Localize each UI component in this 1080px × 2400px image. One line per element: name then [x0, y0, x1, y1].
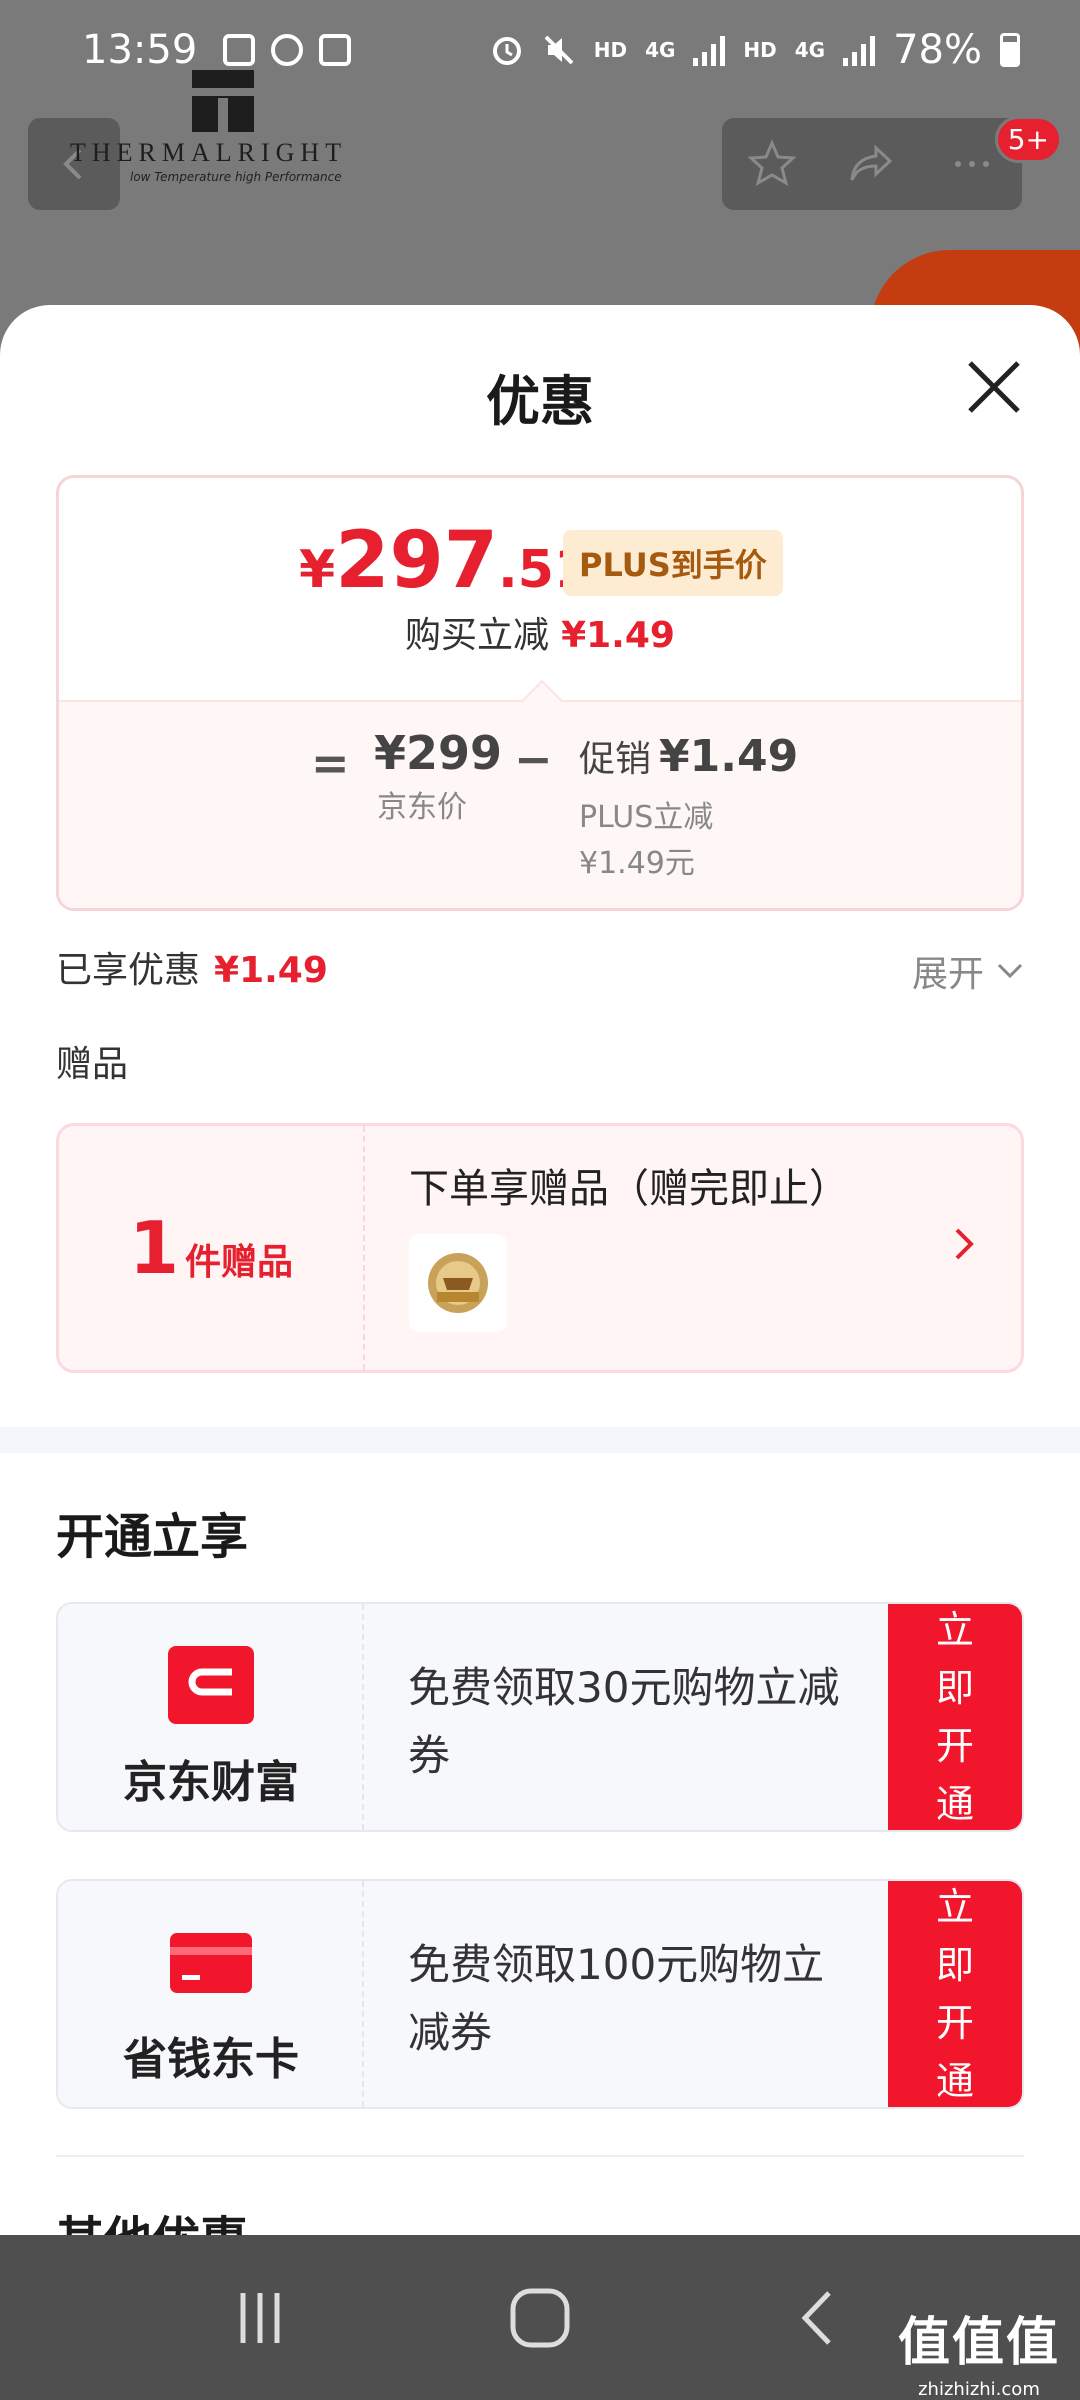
- instant-discount: 购买立减 ¥1.49: [59, 606, 1021, 658]
- close-icon[interactable]: [964, 357, 1024, 417]
- network-label-1: 4G: [645, 38, 676, 62]
- app-notification-icon: [271, 34, 304, 66]
- watermark: 值值值 zhizhizhi.com: [898, 2300, 1060, 2400]
- brand-name: THERMALRIGHT: [70, 138, 348, 167]
- back-nav-icon[interactable]: [785, 2283, 855, 2353]
- watermark-title: 值值值: [897, 2313, 1060, 2373]
- brand-tagline: low Temperature high Performance: [130, 170, 342, 184]
- offer-name: 省钱东卡: [123, 2034, 299, 2085]
- brand-mark-icon: [192, 70, 254, 132]
- share-icon[interactable]: [846, 138, 898, 190]
- instant-discount-label: 购买立减: [405, 615, 550, 656]
- clock-notification-icon: [319, 34, 352, 66]
- enjoyed-label: 已享优惠: [56, 950, 201, 991]
- price-currency: ¥: [299, 540, 336, 600]
- chevron-right-icon: [955, 1228, 974, 1260]
- offer-card-saving-card: 省钱东卡 免费领取100元购物立减券 立即开通: [56, 1879, 1024, 2109]
- price-card: ¥ 297 .51 PLUS到手价 购买立减 ¥1.49 = ¥299 京东价 −…: [56, 475, 1024, 911]
- status-indicators: HD 4G HD 4G 78%: [490, 27, 1020, 73]
- battery-icon: [1000, 33, 1020, 67]
- minus-sign: −: [514, 732, 553, 786]
- signal-icon-1: [693, 34, 726, 66]
- expand-button[interactable]: 展开: [912, 945, 1024, 997]
- top-action-group: [722, 118, 1022, 210]
- gift-count-number: 1: [128, 1206, 180, 1290]
- jd-price: ¥299: [374, 726, 503, 780]
- network-label-2: 4G: [794, 38, 826, 62]
- alarm-icon: [492, 37, 521, 65]
- offer-description: 免费领取100元购物立减券: [408, 1940, 825, 2057]
- gift-badge-icon: [428, 1253, 488, 1313]
- open-benefits-heading: 开通立享: [56, 1509, 249, 1565]
- hd-label-1: HD: [593, 38, 628, 62]
- home-icon[interactable]: [505, 2283, 575, 2353]
- price-integer: 297: [335, 516, 499, 606]
- section-divider: [0, 1427, 1080, 1453]
- offer-description: 免费领取30元购物立减券: [408, 1663, 840, 1780]
- jd-price-label: 京东价: [377, 790, 467, 825]
- instant-discount-amount: ¥1.49: [561, 615, 675, 656]
- offer-brand: 京东财富: [58, 1604, 364, 1830]
- enjoyed-amount: ¥1.49: [214, 950, 328, 991]
- promo-discount: 促销 ¥1.49: [579, 730, 798, 782]
- gift-thumbnail[interactable]: [409, 1234, 507, 1332]
- promo-label: 促销: [579, 739, 652, 780]
- other-discounts-heading: 其他优惠: [56, 2200, 248, 2235]
- offer-card-jd-wealth: 京东财富 免费领取30元购物立减券 立即开通: [56, 1602, 1024, 1832]
- card-icon: [170, 1933, 252, 1993]
- recent-apps-icon[interactable]: [225, 2283, 295, 2353]
- price-summary: ¥ 297 .51 PLUS到手价 购买立减 ¥1.49: [59, 478, 1021, 698]
- star-icon[interactable]: [746, 138, 798, 190]
- signal-icon-2: [843, 34, 876, 66]
- sheet-title: 优惠: [486, 370, 594, 433]
- activate-button[interactable]: 立即开通: [888, 1604, 1022, 1830]
- discount-sheet: 优惠 ¥ 297 .51 PLUS到手价 购买立减 ¥1.49 = ¥299 京东…: [0, 305, 1080, 2235]
- price-breakdown: = ¥299 京东价 − 促销 ¥1.49 PLUS立减 ¥1.49元: [59, 700, 1021, 908]
- chevron-down-icon: [997, 963, 1023, 979]
- offer-name: 京东财富: [123, 1757, 299, 1808]
- hd-label-2: HD: [743, 38, 777, 62]
- gallery-notification-icon: [223, 34, 256, 66]
- message-badge: 5+: [994, 116, 1062, 163]
- more-icon[interactable]: [946, 138, 998, 190]
- battery-percent: 78%: [893, 27, 982, 73]
- promo-amount: ¥1.49: [659, 731, 799, 782]
- plus-price-badge: PLUS到手价: [563, 530, 783, 596]
- jd-wealth-icon: [168, 1646, 254, 1724]
- status-time: 13:59: [82, 27, 198, 73]
- expand-label: 展开: [911, 954, 984, 995]
- brand-logo: THERMALRIGHT low Temperature high Perfor…: [70, 70, 400, 190]
- notification-icons: [223, 34, 352, 66]
- divider-line: [56, 2155, 1024, 2157]
- gift-count: 1 件赠品: [59, 1126, 365, 1370]
- plus-discount-amount: ¥1.49元: [579, 846, 695, 881]
- equals-sign: =: [311, 736, 350, 790]
- enjoyed-discount: 已享优惠 ¥1.49: [56, 941, 328, 993]
- final-price: ¥ 297 .51: [299, 516, 590, 606]
- plus-discount-label: PLUS立减: [579, 800, 714, 835]
- offer-brand: 省钱东卡: [58, 1881, 364, 2107]
- gift-heading: 赠品: [56, 1044, 129, 1085]
- gift-count-unit: 件赠品: [185, 1242, 294, 1283]
- gift-title: 下单享赠品（赠完即止）: [409, 1166, 849, 1212]
- gift-card[interactable]: 1 件赠品 下单享赠品（赠完即止）: [56, 1123, 1024, 1373]
- mute-icon: [544, 35, 574, 65]
- watermark-url: zhizhizhi.com: [918, 2379, 1040, 2400]
- activate-button[interactable]: 立即开通: [888, 1881, 1022, 2107]
